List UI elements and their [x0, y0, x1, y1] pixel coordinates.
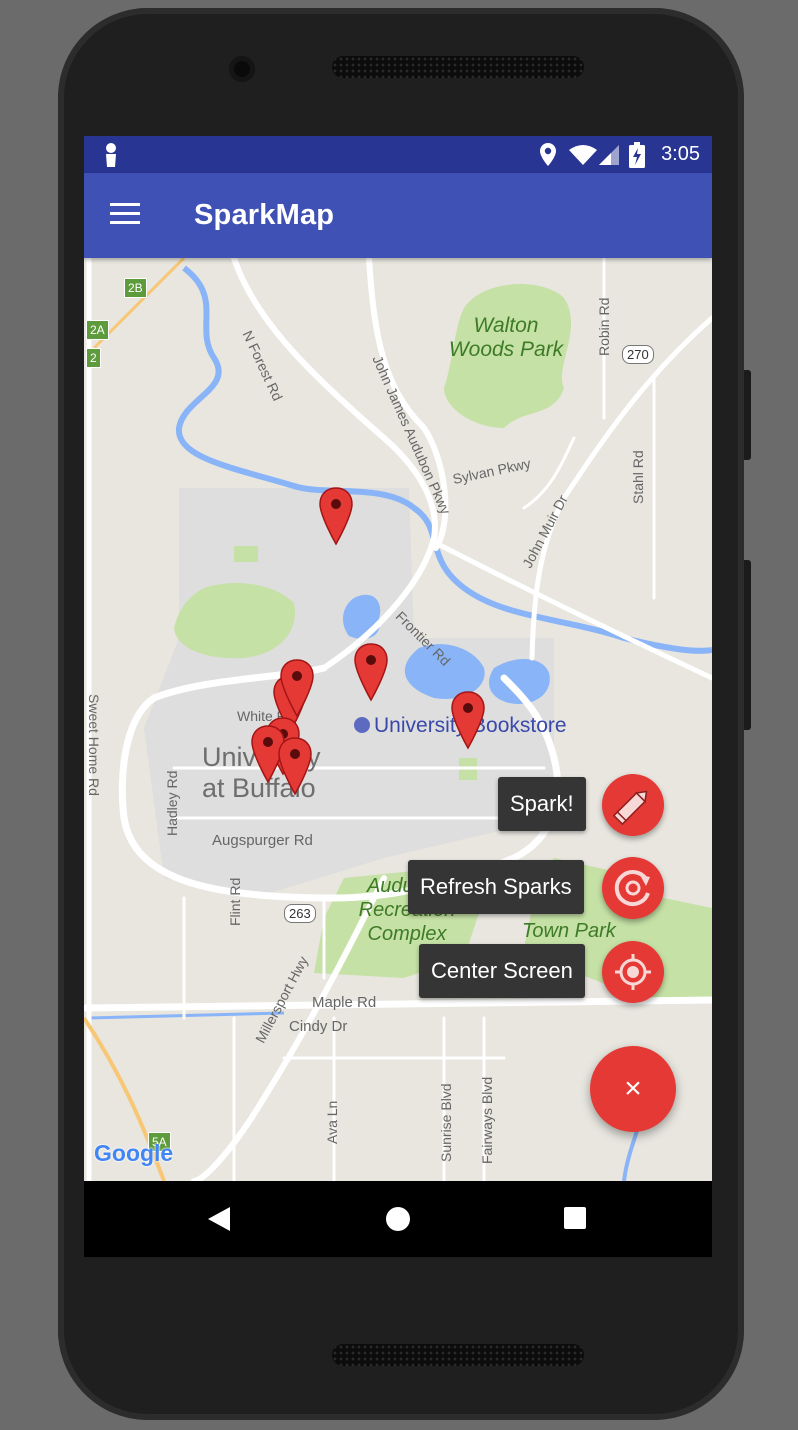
google-logo: Google — [94, 1140, 174, 1166]
route-shield: 270 — [622, 345, 654, 364]
notification-person-icon — [106, 143, 116, 167]
spark-button[interactable] — [602, 774, 664, 836]
location-icon — [540, 143, 556, 166]
system-nav-bar — [84, 1181, 712, 1257]
back-icon[interactable] — [206, 1205, 232, 1233]
power-button — [744, 370, 751, 460]
center-screen-button[interactable] — [602, 941, 664, 1003]
route-shield: 263 — [284, 904, 316, 923]
home-icon[interactable] — [384, 1205, 412, 1233]
target-location-icon — [615, 954, 651, 990]
map-marker-icon[interactable] — [277, 736, 313, 796]
app-title: SparkMap — [194, 199, 335, 231]
front-camera — [229, 56, 255, 82]
close-icon: × — [624, 1072, 642, 1105]
map-marker-icon[interactable] — [353, 642, 389, 702]
route-shield: 2A — [86, 320, 109, 340]
volume-button — [744, 560, 751, 730]
map-marker-icon[interactable] — [450, 690, 486, 750]
refresh-sparks-button[interactable] — [602, 857, 664, 919]
battery-charging-icon — [629, 142, 645, 168]
road-label: Maple Rd — [312, 994, 377, 1011]
wifi-icon — [569, 145, 597, 165]
refresh-icon — [614, 870, 650, 907]
status-time: 3:05 — [661, 143, 700, 165]
app-bar: SparkMap — [84, 173, 712, 258]
hamburger-menu-icon[interactable] — [110, 203, 142, 227]
route-shield: 2 — [86, 348, 101, 368]
center-screen-label[interactable]: Center Screen — [419, 944, 585, 998]
road-label: Augspurger Rd — [212, 832, 313, 849]
earpiece-speaker — [332, 56, 584, 78]
route-shield: 2B — [124, 278, 147, 298]
road-label: Fairways Blvd — [479, 1076, 495, 1164]
close-fab-button[interactable]: × — [590, 1046, 676, 1132]
road-label: Hadley Rd — [164, 770, 180, 836]
road-label: Flint Rd — [227, 877, 243, 926]
map-marker-icon[interactable] — [318, 486, 354, 546]
shopping-bag-icon — [354, 717, 370, 733]
refresh-sparks-label[interactable]: Refresh Sparks — [408, 860, 584, 914]
recents-icon[interactable] — [563, 1206, 587, 1230]
cell-signal-icon — [599, 145, 619, 165]
road-label: Robin Rd — [596, 297, 612, 356]
road-label: Ava Ln — [324, 1100, 340, 1144]
place-label-walton-woods: Walton Woods Park — [448, 314, 564, 361]
road-label: Stahl Rd — [630, 450, 646, 504]
road-label: Sunrise Blvd — [438, 1083, 454, 1162]
status-bar: 3:05 — [84, 136, 712, 173]
screen: 3:05 SparkMap Walton Woods Park Universi… — [84, 136, 712, 1257]
pencil-icon — [612, 790, 648, 826]
bottom-speaker — [332, 1344, 584, 1366]
map-marker-icon[interactable] — [279, 658, 315, 718]
place-label-town-park: Town Park — [522, 920, 616, 942]
road-label: Sweet Home Rd — [86, 694, 102, 796]
road-label: Cindy Dr — [289, 1018, 348, 1035]
spark-label[interactable]: Spark! — [498, 777, 586, 831]
map-view[interactable]: Walton Woods Park University Bookstore U… — [84, 258, 712, 1181]
